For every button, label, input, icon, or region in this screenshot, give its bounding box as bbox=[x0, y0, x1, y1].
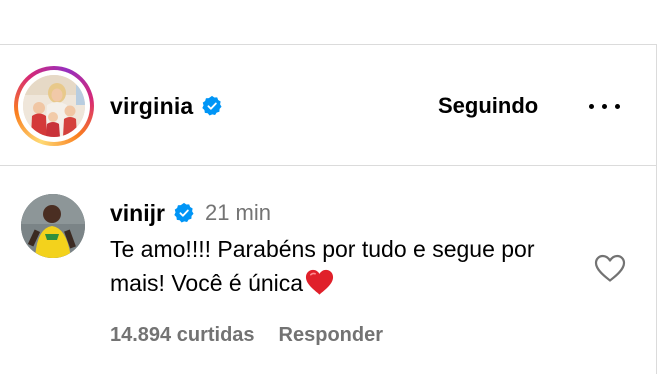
comment-item: vinijr 21 min Te amo!!!! Parabéns por tu… bbox=[0, 166, 656, 374]
comment-body: Te amo!!!! Parabéns por tudo e segue por… bbox=[110, 232, 560, 300]
reply-button[interactable]: Responder bbox=[279, 322, 383, 348]
owner-username[interactable]: virginia bbox=[110, 92, 193, 120]
commenter-username[interactable]: vinijr bbox=[110, 199, 165, 227]
comment-header: vinijr 21 min bbox=[110, 199, 271, 227]
following-button[interactable]: Seguindo bbox=[438, 92, 538, 120]
red-heart-emoji-icon bbox=[306, 269, 334, 295]
commenter-avatar-photo bbox=[21, 194, 85, 258]
owner-username-row: virginia bbox=[110, 92, 223, 120]
verified-badge-icon bbox=[202, 95, 222, 116]
owner-avatar-photo bbox=[23, 75, 85, 137]
commenter-avatar[interactable] bbox=[21, 194, 85, 258]
right-divider bbox=[656, 44, 657, 374]
verified-badge-icon bbox=[174, 202, 194, 223]
owner-avatar[interactable] bbox=[23, 75, 85, 137]
comment-timestamp[interactable]: 21 min bbox=[205, 199, 271, 227]
instagram-post-panel: virginia Seguindo vinijr 21 min Te amo!!… bbox=[0, 0, 662, 374]
story-ring[interactable] bbox=[14, 66, 94, 146]
more-options-icon[interactable] bbox=[587, 95, 623, 119]
comment-likes-count[interactable]: 14.894 curtidas bbox=[110, 322, 255, 348]
heart-outline-icon[interactable] bbox=[593, 253, 627, 283]
comment-actions: 14.894 curtidas Responder bbox=[110, 322, 383, 348]
post-header: virginia Seguindo bbox=[0, 45, 656, 165]
